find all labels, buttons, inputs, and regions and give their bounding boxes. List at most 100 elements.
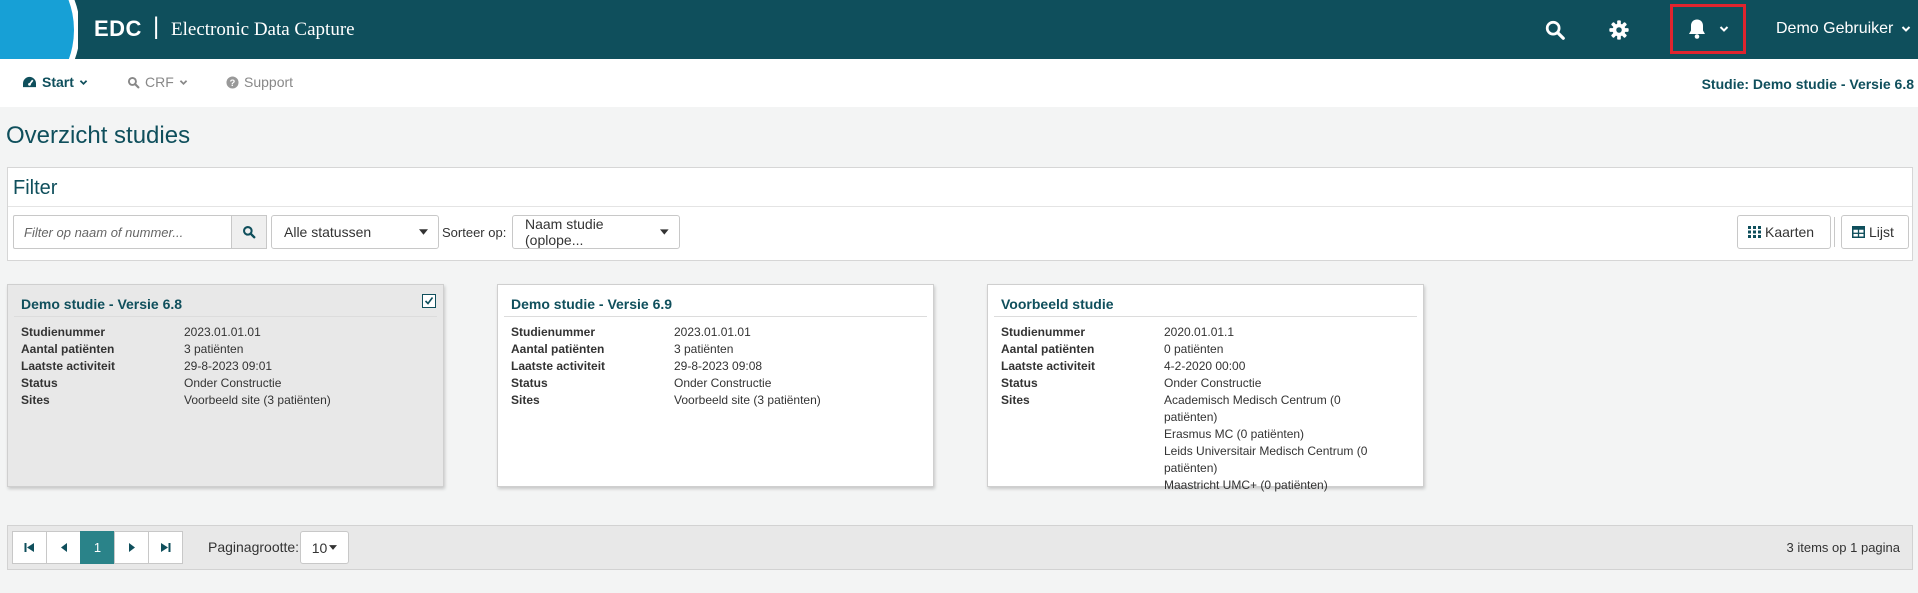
bell-icon — [1689, 19, 1705, 39]
table-icon — [1852, 226, 1865, 238]
label-studienummer: Studienummer — [1001, 325, 1086, 339]
notifications-dropdown[interactable] — [1670, 4, 1746, 54]
list-view-button[interactable]: Lijst — [1841, 215, 1909, 249]
page-size-select[interactable]: 10 — [300, 531, 349, 564]
search-input[interactable]: Filter op naam of nummer... — [13, 215, 232, 249]
brand-subtitle[interactable]: Electronic Data Capture — [171, 19, 355, 41]
pager: 1 Paginagrootte: 10 3 items op 1 pagina — [7, 525, 1913, 570]
next-page-button[interactable] — [114, 531, 149, 564]
value-activiteit: 29-8-2023 09:08 — [674, 359, 763, 373]
chevron-down-icon — [1902, 26, 1911, 32]
caret-down-icon — [660, 229, 669, 235]
first-page-icon — [24, 543, 34, 552]
sort-select-value: Naam studie (oplope... — [525, 216, 604, 248]
search-button[interactable] — [231, 215, 267, 249]
brand-separator: | — [153, 13, 160, 40]
next-icon — [128, 543, 135, 552]
nav-support-label: Support — [244, 74, 294, 90]
value-aantal: 0 patiënten — [1164, 342, 1224, 356]
chevron-down-icon — [79, 79, 88, 85]
value-status: Onder Constructie — [674, 376, 772, 390]
label-activiteit: Laatste activiteit — [1001, 359, 1096, 373]
user-name: Demo Gebruiker — [1776, 20, 1894, 37]
label-activiteit: Laatste activiteit — [21, 359, 116, 373]
card-details: Studienummer 2023.01.01.01 Aantal patiënt… — [21, 324, 435, 409]
gear-icon — [1609, 20, 1629, 40]
sites-list: Academisch Medisch Centrum (0 patiënten)… — [1164, 392, 1396, 494]
brand-name[interactable]: EDC — [94, 16, 142, 42]
site-item: Erasmus MC (0 patiënten) — [1164, 427, 1305, 441]
label-status: Status — [1001, 376, 1038, 390]
chevron-down-icon — [1719, 26, 1729, 32]
card-title: Demo studie - Versie 6.9 — [511, 296, 673, 312]
status-select[interactable]: Alle statussen — [271, 215, 439, 249]
page-size-value: 10 — [311, 539, 328, 556]
sort-select[interactable]: Naam studie (oplope... — [512, 215, 680, 249]
label-sites: Sites — [511, 393, 540, 407]
site-item: Maastricht UMC+ (0 patiënten) — [1164, 478, 1328, 492]
label-activiteit: Laatste activiteit — [511, 359, 606, 373]
site-item: Voorbeeld site (3 patiënten) — [184, 393, 331, 407]
value-activiteit: 4-2-2020 00:00 — [1164, 359, 1246, 373]
previous-page-button[interactable] — [46, 531, 81, 564]
value-studienummer: 2020.01.01.1 — [1164, 325, 1235, 339]
value-aantal: 3 patiënten — [674, 342, 734, 356]
label-aantal: Aantal patiënten — [1001, 342, 1095, 356]
search-icon — [1545, 20, 1565, 40]
search-button[interactable] — [1540, 15, 1570, 45]
search-icon — [127, 76, 140, 88]
top-header: EDC | Electronic Data Capture Demo Gebru… — [0, 0, 1918, 59]
search-icon — [243, 226, 256, 239]
nav-crf[interactable]: CRF — [127, 74, 188, 90]
cards-view-label: Kaarten — [1765, 224, 1815, 240]
first-page-button[interactable] — [12, 531, 47, 564]
page-button-current[interactable]: 1 — [80, 531, 115, 564]
filter-title: Filter — [13, 177, 58, 199]
nav-start-label: Start — [42, 74, 74, 90]
current-study-label: Studie: Demo studie - Versie 6.8 — [1701, 76, 1914, 92]
study-card[interactable]: Demo studie - Versie 6.8 Studienummer 202… — [7, 284, 444, 487]
label-status: Status — [511, 376, 548, 390]
cards-view-button[interactable]: Kaarten — [1737, 215, 1831, 249]
list-view-label: Lijst — [1869, 224, 1894, 240]
card-details: Studienummer 2020.01.01.1 Aantal patiënte… — [1001, 324, 1415, 494]
caret-down-icon — [419, 229, 428, 235]
settings-button[interactable] — [1604, 15, 1634, 45]
last-page-button[interactable] — [148, 531, 183, 564]
user-menu[interactable]: Demo Gebruiker — [1776, 20, 1911, 38]
nav-start[interactable]: Start — [22, 74, 88, 90]
site-item: Academisch Medisch Centrum (0 patiënten) — [1164, 393, 1341, 424]
dashboard-icon — [23, 76, 36, 87]
sites-list: Voorbeeld site (3 patiënten) — [184, 392, 331, 409]
value-status: Onder Constructie — [1164, 376, 1262, 390]
status-select-value: Alle statussen — [284, 224, 372, 240]
card-title: Demo studie - Versie 6.8 — [21, 296, 183, 312]
nav-support[interactable]: ? Support — [226, 74, 293, 90]
card-details: Studienummer 2023.01.01.01 Aantal patiënt… — [511, 324, 925, 409]
page-size-label: Paginagrootte: — [208, 539, 300, 555]
card-title: Voorbeeld studie — [1001, 296, 1114, 312]
sites-list: Voorbeeld site (3 patiënten) — [674, 392, 821, 409]
study-card[interactable]: Demo studie - Versie 6.9 Studienummer 202… — [497, 284, 934, 487]
selected-checkbox[interactable] — [422, 294, 436, 308]
value-aantal: 3 patiënten — [184, 342, 244, 356]
caret-down-icon — [329, 545, 338, 550]
sort-label: Sorteer op: — [442, 225, 507, 240]
label-status: Status — [21, 376, 58, 390]
question-circle-icon: ? — [226, 75, 239, 89]
page-title: Overzicht studies — [6, 122, 191, 149]
divider — [1834, 217, 1835, 247]
label-aantal: Aantal patiënten — [511, 342, 605, 356]
label-aantal: Aantal patiënten — [21, 342, 115, 356]
filter-panel: Filter Filter op naam of nummer... Alle … — [7, 167, 1913, 261]
study-card[interactable]: Voorbeeld studie Studienummer 2020.01.01.… — [987, 284, 1424, 492]
site-item: Leids Universitair Medisch Centrum (0 pa… — [1164, 444, 1368, 475]
chevron-down-icon — [179, 79, 187, 85]
value-status: Onder Constructie — [184, 376, 282, 390]
logo-icon — [0, 0, 78, 59]
value-activiteit: 29-8-2023 09:01 — [184, 359, 273, 373]
label-sites: Sites — [1001, 393, 1030, 407]
label-studienummer: Studienummer — [511, 325, 596, 339]
pager-info: 3 items op 1 pagina — [1786, 540, 1900, 555]
nav-crf-label: CRF — [145, 74, 174, 90]
